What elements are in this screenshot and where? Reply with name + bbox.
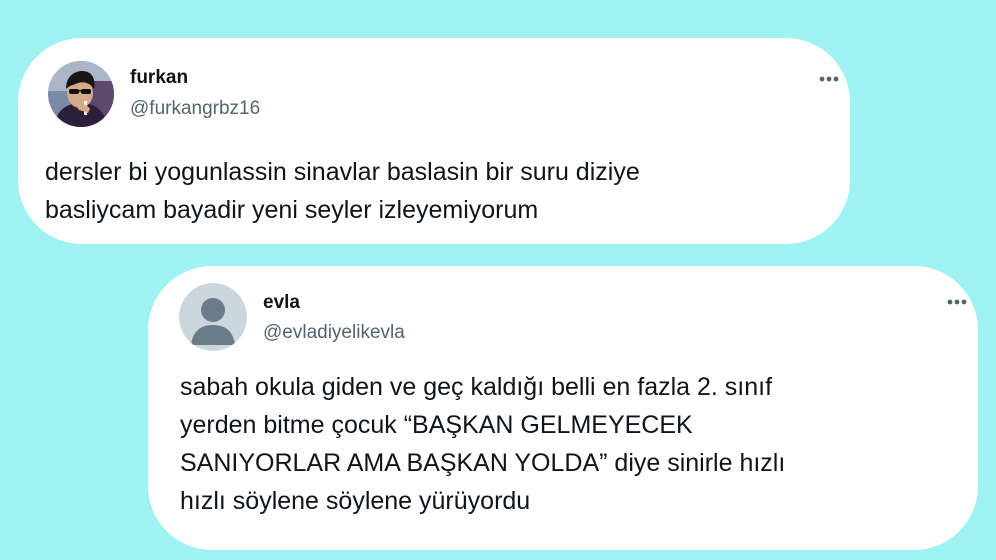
tweet-text-line: hızlı söylene söylene yürüyordu: [180, 487, 531, 515]
author-handle[interactable]: @evladiyelikevla: [263, 322, 405, 344]
avatar[interactable]: [48, 61, 114, 127]
tweet-card[interactable]: evla @evladiyelikevla sabah okula giden …: [148, 266, 978, 550]
more-options-icon[interactable]: [942, 294, 972, 310]
more-options-icon[interactable]: [814, 71, 844, 87]
tweet-text-line: SANIYORLAR AMA BAŞKAN YOLDA” diye sinirl…: [180, 449, 786, 477]
author-name[interactable]: furkan: [130, 67, 188, 89]
profile-photo-icon: [48, 61, 114, 127]
author-handle[interactable]: @furkangrbz16: [130, 98, 260, 120]
tweet-text-line: yerden bitme çocuk “BAŞKAN GELMEYECEK: [180, 411, 693, 439]
tweet-card[interactable]: furkan @furkangrbz16 dersler bi yogunlas…: [18, 38, 850, 244]
tweet-text: sabah okula giden ve geç kaldığı belli e…: [180, 368, 970, 520]
tweet-text-line: basliycam bayadir yeni seyler izleyemiyo…: [45, 196, 539, 224]
default-profile-icon: [179, 283, 247, 351]
tweet-text-line: sabah okula giden ve geç kaldığı belli e…: [180, 373, 773, 401]
author-name[interactable]: evla: [263, 292, 300, 314]
tweet-text: dersler bi yogunlassin sinavlar baslasin…: [45, 153, 835, 229]
tweet-text-line: dersler bi yogunlassin sinavlar baslasin…: [45, 158, 640, 186]
avatar[interactable]: [179, 283, 247, 351]
